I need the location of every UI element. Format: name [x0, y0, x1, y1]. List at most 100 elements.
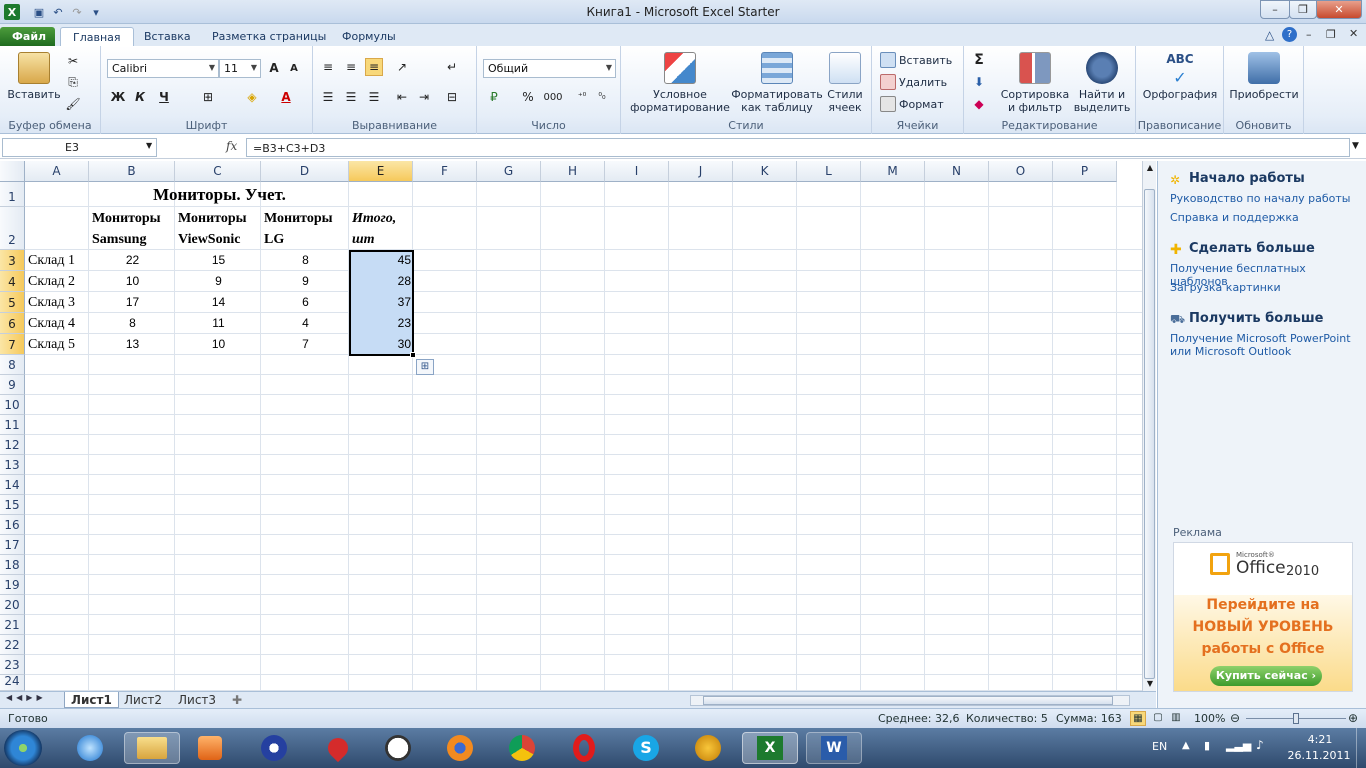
chevron-down-icon[interactable]: ▼	[146, 141, 152, 150]
media-player-icon[interactable]	[190, 732, 230, 764]
viewsonic-value-cell[interactable]: 10	[176, 334, 261, 355]
word-taskbar-icon[interactable]: W	[806, 732, 862, 764]
total-value-cell[interactable]: 37	[350, 292, 411, 313]
bold-button[interactable]: Ж	[109, 88, 127, 106]
lg-value-cell[interactable]: 7	[262, 334, 349, 355]
tab-insert[interactable]: Вставка	[132, 27, 203, 46]
row-header[interactable]: 14	[0, 475, 25, 495]
decrease-indent-icon[interactable]: ⇤	[393, 88, 411, 106]
firefox-icon[interactable]	[440, 732, 480, 764]
viewsonic-value-cell[interactable]: 11	[176, 313, 261, 334]
excel-taskbar-icon[interactable]: X	[742, 732, 798, 764]
align-right-icon[interactable]: ☰	[365, 88, 383, 106]
warehouse-label-cell[interactable]: Склад 3	[28, 292, 90, 313]
vertical-scrollbar[interactable]: ▲ ▼	[1142, 161, 1156, 691]
font-name-combo[interactable]: Calibri ▼	[107, 59, 219, 78]
align-left-icon[interactable]: ☰	[319, 88, 337, 106]
restore-button[interactable]: ❐	[1289, 0, 1317, 19]
total-value-cell[interactable]: 30	[350, 334, 411, 355]
purchase-button[interactable]: Приобрести	[1228, 52, 1300, 101]
row-header[interactable]: 18	[0, 555, 25, 575]
cell-styles-button[interactable]: Стили ячеек	[821, 52, 869, 114]
link-get-powerpoint-outlook[interactable]: Получение Microsoft PowerPoint или Micro…	[1170, 332, 1360, 358]
grow-font-icon[interactable]: A	[265, 59, 283, 77]
clock-icon[interactable]	[378, 732, 418, 764]
spelling-button[interactable]: ABC ✓ Орфография	[1142, 52, 1218, 101]
doc-minimize-icon[interactable]: –	[1306, 28, 1312, 41]
clock-date[interactable]: 26.11.2011	[1284, 749, 1354, 762]
select-all-corner[interactable]	[0, 161, 25, 182]
lg-value-cell[interactable]: 8	[262, 250, 349, 271]
copy-icon[interactable]: ⎘	[64, 73, 82, 91]
borders-icon[interactable]: ⊞	[199, 88, 217, 106]
name-box[interactable]: E3	[2, 138, 157, 157]
header-viewsonic[interactable]: Мониторы ViewSonic	[178, 208, 262, 250]
samsung-value-cell[interactable]: 22	[90, 250, 175, 271]
row-header[interactable]: 10	[0, 395, 25, 415]
ribbon-collapse-icon[interactable]: △	[1265, 28, 1274, 42]
worksheet-grid[interactable]: ABCDEFGHIJKLMNOP 1 2 3 4 5 6 7 8 9 10 11 12 13 14 15 16…	[0, 161, 1142, 691]
office-ad[interactable]: Microsoft® Office 2010 Перейдите на НОВЫ…	[1173, 542, 1353, 692]
tab-page-layout[interactable]: Разметка страницы	[200, 27, 338, 46]
volume-icon[interactable]: ♪	[1256, 738, 1264, 752]
warehouse-label-cell[interactable]: Склад 2	[28, 271, 90, 292]
column-header[interactable]: H	[541, 161, 605, 182]
row-header[interactable]: 12	[0, 435, 25, 455]
doc-close-icon[interactable]: ✕	[1349, 27, 1358, 40]
samsung-value-cell[interactable]: 13	[90, 334, 175, 355]
insert-function-icon[interactable]: fx	[226, 139, 237, 153]
buy-now-button[interactable]: Купить сейчас ›	[1210, 666, 1322, 686]
minimize-button[interactable]: –	[1260, 0, 1290, 19]
number-format-combo[interactable]: Общий ▼	[483, 59, 616, 78]
row-header[interactable]: 19	[0, 575, 25, 595]
cut-icon[interactable]: ✂	[64, 52, 82, 70]
column-header[interactable]: E	[349, 161, 413, 182]
column-header[interactable]: B	[89, 161, 175, 182]
warehouse-label-cell[interactable]: Склад 1	[28, 250, 90, 271]
skype-icon[interactable]: S	[626, 732, 666, 764]
header-samsung[interactable]: Мониторы Samsung	[92, 208, 176, 250]
format-cells-button[interactable]: Формат	[880, 95, 944, 113]
row-header[interactable]: 11	[0, 415, 25, 435]
align-top-icon[interactable]: ≡	[319, 58, 337, 76]
zoom-out-icon[interactable]: ⊖	[1230, 711, 1240, 725]
align-center-icon[interactable]: ☰	[342, 88, 360, 106]
link-clipart[interactable]: Загрузка картинки	[1170, 281, 1281, 294]
tab-formulas[interactable]: Формулы	[330, 27, 408, 46]
samsung-value-cell[interactable]: 8	[90, 313, 175, 334]
row-header[interactable]: 15	[0, 495, 25, 515]
row-header[interactable]: 5	[0, 292, 25, 313]
row-header[interactable]: 4	[0, 271, 25, 292]
row-header[interactable]: 13	[0, 455, 25, 475]
column-header[interactable]: L	[797, 161, 861, 182]
row-header[interactable]: 3	[0, 250, 25, 271]
orientation-icon[interactable]: ↗	[393, 58, 411, 76]
align-middle-icon[interactable]: ≡	[342, 58, 360, 76]
scroll-thumb[interactable]	[1144, 189, 1155, 679]
scroll-up-icon[interactable]: ▲	[1144, 161, 1156, 175]
help-icon[interactable]: ?	[1282, 27, 1297, 42]
explorer-icon[interactable]	[124, 732, 180, 764]
column-header[interactable]: J	[669, 161, 733, 182]
row-header[interactable]: 6	[0, 313, 25, 334]
font-size-combo[interactable]: 11 ▼	[219, 59, 261, 78]
sheet-tab-3[interactable]: Лист3	[172, 692, 222, 708]
sheet-title-cell[interactable]: Мониторы. Учет.	[26, 182, 413, 207]
merge-cells-icon[interactable]: ⊟	[443, 88, 461, 106]
column-header[interactable]: I	[605, 161, 669, 182]
formula-input[interactable]: =B3+C3+D3	[246, 138, 1350, 157]
paste-button[interactable]: Вставить	[6, 52, 62, 101]
total-value-cell[interactable]: 28	[350, 271, 411, 292]
samsung-value-cell[interactable]: 10	[90, 271, 175, 292]
normal-view-icon[interactable]: ▦	[1130, 711, 1146, 726]
wrap-text-icon[interactable]: ↵	[443, 58, 461, 76]
row-header[interactable]: 16	[0, 515, 25, 535]
samsung-value-cell[interactable]: 17	[90, 292, 175, 313]
find-select-button[interactable]: Найти и выделить	[1070, 52, 1134, 114]
horizontal-scrollbar[interactable]	[690, 695, 1130, 706]
header-lg[interactable]: Мониторы LG	[264, 208, 348, 250]
zoom-slider-thumb[interactable]	[1293, 713, 1299, 724]
row-header[interactable]: 23	[0, 655, 25, 675]
column-header[interactable]: P	[1053, 161, 1117, 182]
format-as-table-button[interactable]: Форматировать как таблицу	[731, 52, 823, 114]
